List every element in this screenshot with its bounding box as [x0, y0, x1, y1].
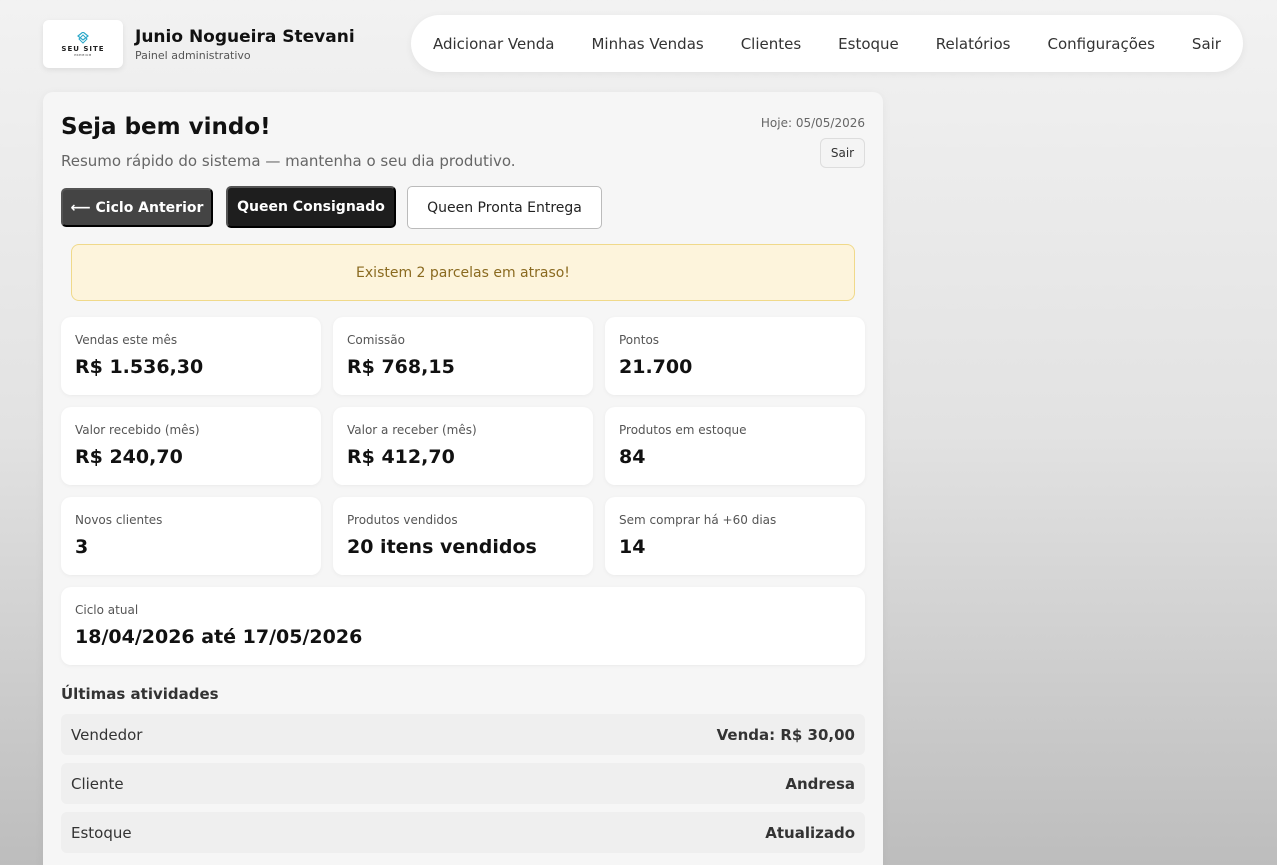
stat-value: R$ 768,15	[347, 356, 455, 378]
stat-label: Novos clientes	[75, 513, 163, 527]
stat-value: 14	[619, 536, 646, 558]
activity-type: Cliente	[71, 774, 124, 793]
today-date: Hoje: 05/05/2026	[760, 116, 865, 130]
stat-value: 84	[619, 446, 646, 468]
nav-logout[interactable]: Sair	[1192, 35, 1221, 53]
cycle-value: 18/04/2026 até 17/05/2026	[75, 626, 363, 648]
stat-label: Pontos	[619, 333, 660, 347]
stat-value: R$ 1.536,30	[75, 356, 204, 378]
activity-type: Vendedor	[71, 725, 143, 744]
page-subtitle: Resumo rápido do sistema — mantenha o se…	[61, 152, 516, 170]
stat-card-to-receive: Valor a receber (mês) R$ 412,70	[333, 407, 593, 485]
stat-card-received: Valor recebido (mês) R$ 240,70	[61, 407, 321, 485]
stat-value: 20 itens vendidos	[347, 536, 537, 558]
stat-card-sales-month: Vendas este mês R$ 1.536,30	[61, 317, 321, 395]
main-nav: Adicionar Venda Minhas Vendas Clientes E…	[411, 15, 1243, 72]
logo[interactable]: SEU SITE PREMIUM	[43, 20, 123, 68]
stat-card-commission: Comissão R$ 768,15	[333, 317, 593, 395]
stat-label: Produtos em estoque	[619, 423, 747, 437]
logout-button[interactable]: Sair	[820, 138, 865, 168]
queen-consignado-button[interactable]: Queen Consignado	[226, 186, 396, 228]
brand: SEU SITE PREMIUM Junio Nogueira Stevani …	[43, 20, 355, 68]
user-name: Junio Nogueira Stevani	[135, 27, 355, 47]
dashboard-panel: Seja bem vindo! Resumo rápido do sistema…	[43, 92, 883, 865]
activity-detail: Andresa	[785, 774, 855, 793]
stat-card-stock: Produtos em estoque 84	[605, 407, 865, 485]
nav-reports[interactable]: Relatórios	[936, 35, 1011, 53]
cycle-label: Ciclo atual	[75, 603, 139, 617]
stat-label: Vendas este mês	[75, 333, 178, 347]
stat-value: 3	[75, 536, 89, 558]
stat-value: 21.700	[619, 356, 693, 378]
nav-add-sale[interactable]: Adicionar Venda	[433, 35, 554, 53]
activity-row[interactable]: Cliente Andresa	[61, 763, 865, 804]
stat-label: Valor a receber (mês)	[347, 423, 477, 437]
logo-diamond-icon	[77, 31, 89, 44]
stat-label: Produtos vendidos	[347, 513, 458, 527]
nav-settings[interactable]: Configurações	[1047, 35, 1154, 53]
activities-title: Últimas atividades	[61, 685, 219, 703]
nav-clients[interactable]: Clientes	[741, 35, 801, 53]
overdue-alert: Existem 2 parcelas em atraso!	[71, 244, 855, 301]
stat-label: Valor recebido (mês)	[75, 423, 200, 437]
stat-card-new-clients: Novos clientes 3	[61, 497, 321, 575]
previous-cycle-button[interactable]: ⟵ Ciclo Anterior	[61, 188, 213, 227]
stat-label: Sem comprar há +60 dias	[619, 513, 777, 527]
activity-detail: Atualizado	[765, 823, 855, 842]
activity-row[interactable]: Vendedor Venda: R$ 30,00	[61, 714, 865, 755]
activity-row[interactable]: Estoque Atualizado	[61, 812, 865, 853]
activity-detail: Venda: R$ 30,00	[716, 725, 855, 744]
stat-label: Comissão	[347, 333, 405, 347]
logo-subtext: PREMIUM	[74, 52, 92, 57]
user-role: Painel administrativo	[135, 49, 251, 62]
nav-my-sales[interactable]: Minhas Vendas	[591, 35, 703, 53]
brand-info: Junio Nogueira Stevani Painel administra…	[135, 26, 355, 62]
nav-stock[interactable]: Estoque	[838, 35, 899, 53]
stat-card-points: Pontos 21.700	[605, 317, 865, 395]
activity-type: Estoque	[71, 823, 132, 842]
stat-value: R$ 412,70	[347, 446, 455, 468]
queen-pronta-entrega-button[interactable]: Queen Pronta Entrega	[407, 186, 602, 229]
stat-value: R$ 240,70	[75, 446, 183, 468]
stat-card-products-sold: Produtos vendidos 20 itens vendidos	[333, 497, 593, 575]
stat-card-inactive-clients: Sem comprar há +60 dias 14	[605, 497, 865, 575]
current-cycle-card: Ciclo atual 18/04/2026 até 17/05/2026	[61, 587, 865, 665]
page-title: Seja bem vindo!	[61, 114, 271, 140]
logo-text: SEU SITE	[61, 44, 105, 53]
